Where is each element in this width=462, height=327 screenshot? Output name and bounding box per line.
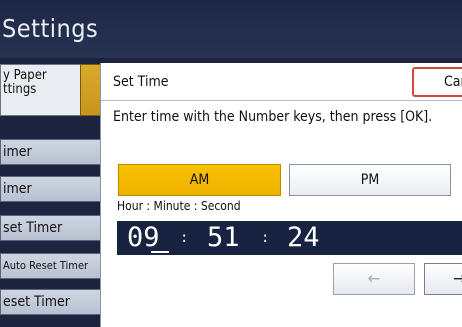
timer-button-2[interactable]: imer (0, 176, 108, 202)
dialog-header: Set Time Car (101, 63, 462, 100)
second-value[interactable]: 24 (287, 221, 320, 255)
set-time-dialog: Set Time Car Enter time with the Number … (100, 63, 462, 327)
timer-button-1[interactable]: imer (0, 139, 108, 165)
cancel-button[interactable]: Car (412, 67, 462, 97)
pm-button[interactable]: PM (289, 164, 451, 196)
minute-value[interactable]: 51 (207, 221, 240, 255)
am-button[interactable]: AM (118, 164, 281, 196)
right-arrow-icon: → (453, 269, 462, 289)
tab-tray-paper-settings[interactable]: y Paper ttings (0, 64, 82, 116)
page-title: Settings (2, 14, 99, 43)
back-arrow-button[interactable]: ← (333, 263, 415, 295)
dialog-title: Set Time (113, 74, 169, 90)
input-cursor (151, 251, 169, 253)
hour-value[interactable]: 09 (127, 221, 160, 255)
time-format-label: Hour : Minute : Second (117, 199, 241, 213)
auto-reset-timer-button[interactable]: Auto Reset Timer (0, 253, 108, 279)
time-display[interactable]: 09 : 51 : 24 (117, 221, 462, 255)
header-bar: Settings (0, 0, 462, 58)
divider (101, 100, 462, 101)
reset-timer-button[interactable]: set Timer (0, 215, 108, 241)
forward-arrow-button[interactable]: → (424, 263, 462, 295)
time-separator: : (261, 230, 270, 246)
instruction-text: Enter time with the Number keys, then pr… (113, 109, 433, 125)
reset-timer-button-2[interactable]: eset Timer (0, 289, 108, 315)
time-separator: : (180, 230, 189, 246)
left-arrow-icon: ← (367, 269, 381, 289)
